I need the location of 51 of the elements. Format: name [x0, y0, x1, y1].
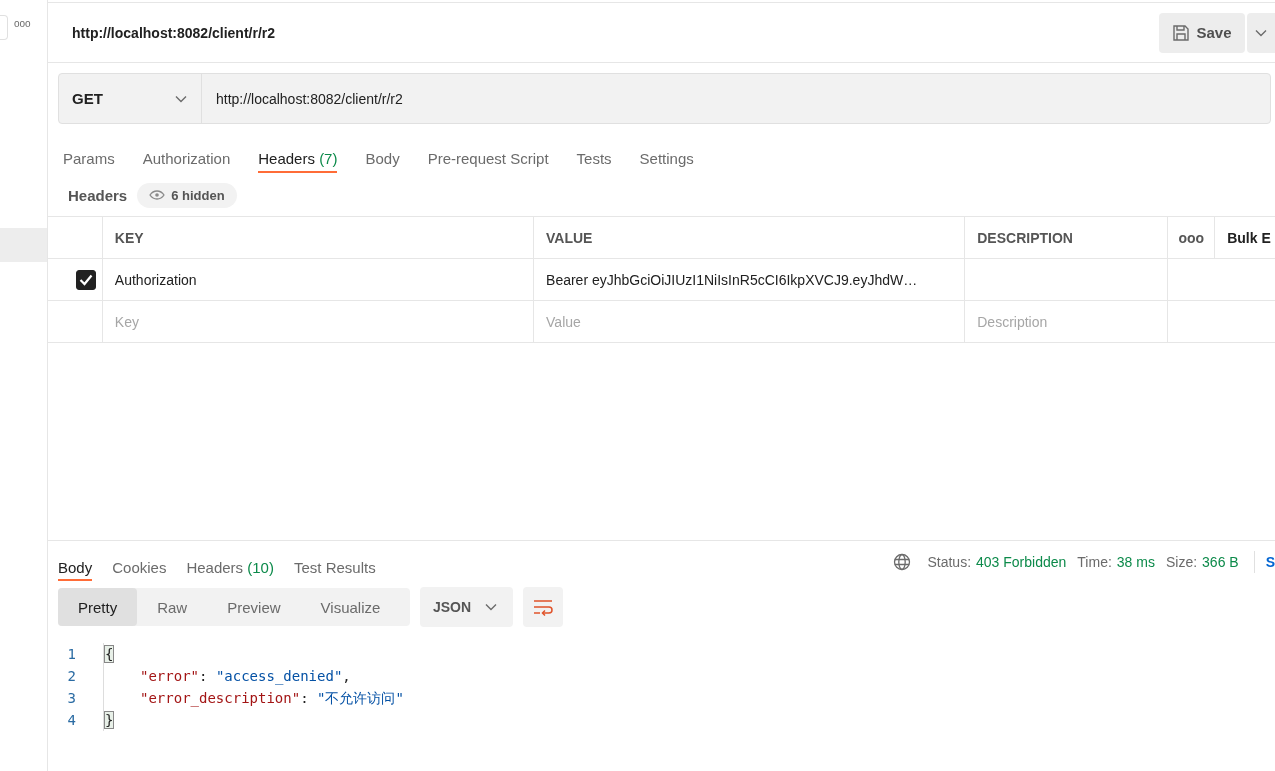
format-select[interactable]: JSON	[420, 587, 514, 627]
more-options-icon[interactable]: ooo	[14, 18, 31, 29]
code-line: }	[103, 709, 115, 731]
save-button[interactable]: Save	[1159, 12, 1245, 53]
column-header: VALUE	[534, 217, 966, 258]
tab[interactable]: Headers (10)	[186, 551, 274, 581]
tab[interactable]: Body	[365, 141, 400, 173]
line-number: 4	[66, 712, 77, 728]
globe-icon[interactable]	[893, 553, 912, 571]
meta-value[interactable]: 403 Forbidden	[976, 554, 1067, 570]
request-title: http://localhost:8082/client/r/r2	[72, 24, 276, 41]
checkbox[interactable]	[75, 269, 96, 290]
bulk-edit-link[interactable]: Bulk E	[1215, 217, 1275, 258]
meta-label: Status:	[927, 554, 972, 570]
table-cell[interactable]: Bearer eyJhbGciOiJIUzI1NiIsInR5cCI6IkpXVCJ9.eyJhdW…	[534, 259, 966, 300]
line-number: 3	[66, 690, 77, 706]
tab[interactable]: Params	[63, 141, 115, 173]
column-header: DESCRIPTION	[965, 217, 1169, 258]
line-number: 2	[66, 668, 77, 684]
tab[interactable]: Cookies	[112, 551, 167, 581]
save-response-link[interactable]: S	[1265, 554, 1275, 570]
tab[interactable]: Test Results	[293, 551, 376, 581]
tab[interactable]: Headers (7)	[258, 141, 338, 173]
meta-value[interactable]: 38 ms	[1116, 554, 1155, 570]
tab[interactable]: Body	[58, 551, 93, 581]
code-line: "error_description": "不允许访问"	[103, 687, 404, 709]
code-line: "error": "access_denied",	[103, 665, 351, 687]
meta-label: Size:	[1165, 554, 1198, 570]
chevron-down-icon	[485, 603, 498, 611]
wrap-icon	[532, 598, 555, 616]
save-icon	[1172, 23, 1191, 42]
code-line: {	[103, 643, 115, 665]
view-mode-tab[interactable]: Visualize	[300, 588, 401, 626]
meta-value[interactable]: 366 B	[1202, 554, 1239, 570]
wrap-lines-button[interactable]	[523, 587, 564, 627]
table-cell[interactable]: Authorization	[102, 259, 535, 300]
hidden-headers-toggle[interactable]: 6 hidden	[137, 182, 237, 208]
tab[interactable]: Settings	[639, 141, 694, 173]
view-mode-tab[interactable]: Raw	[137, 588, 208, 626]
tab[interactable]: Pre-request Script	[427, 141, 549, 173]
meta-label: Time:	[1077, 554, 1112, 570]
view-mode-tab[interactable]: Pretty	[58, 588, 138, 626]
view-mode-tab[interactable]: Preview	[207, 588, 301, 626]
more-options-button[interactable]: ooo	[1168, 217, 1216, 258]
tab[interactable]: Tests	[576, 141, 612, 173]
section-title: Headers	[68, 186, 128, 204]
column-header: KEY	[102, 217, 535, 258]
eye-icon	[149, 190, 166, 200]
line-number: 1	[66, 646, 77, 662]
chevron-down-icon	[1255, 28, 1267, 37]
tab[interactable]: Authorization	[142, 141, 231, 173]
